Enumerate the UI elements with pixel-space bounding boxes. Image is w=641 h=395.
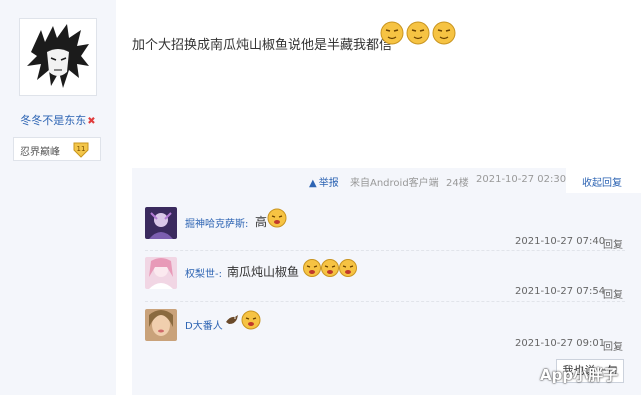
author-avatar[interactable] <box>19 18 97 96</box>
reply-text: 南瓜炖山椒鱼 <box>227 265 300 279</box>
reply-time: 2021-10-27 07:54 <box>515 286 606 297</box>
reply-divider <box>145 301 625 302</box>
emoji-face-icon <box>241 310 261 330</box>
list-item: D大番人 2021-10-27 09:01 回复 <box>145 309 635 353</box>
reply-emoji-group <box>303 259 357 277</box>
warning-triangle-icon: ▲ <box>309 178 317 189</box>
emoji-face-icon <box>380 21 404 45</box>
watermark-text: App小胖子 <box>540 366 619 384</box>
list-item: 掘神哈克萨斯: 高 2021-10-27 07:40 回复 <box>145 207 635 251</box>
reply-avatar[interactable] <box>145 309 177 341</box>
reply-button[interactable]: 回复 <box>603 286 623 301</box>
emoji-face-icon <box>339 259 357 277</box>
reply-time: 2021-10-27 07:40 <box>515 236 606 247</box>
report-link[interactable]: ▲ 举报 <box>309 174 339 189</box>
author-rank-badge[interactable]: 忍界巅峰 11 <box>13 137 101 161</box>
author-avatar-image <box>23 22 93 92</box>
emoji-face-icon <box>267 208 287 228</box>
reply-avatar-image <box>145 257 177 289</box>
rank-title: 忍界巅峰 <box>20 147 60 158</box>
post-emoji-group <box>380 21 456 45</box>
reply-username[interactable]: 权梨世-: <box>185 265 222 280</box>
author-sidebar: 冬冬不是东东✖ 忍界巅峰 11 <box>0 0 116 395</box>
emoji-face-icon <box>321 259 339 277</box>
report-label[interactable]: 举报 <box>319 178 339 189</box>
rank-level: 11 <box>77 145 86 153</box>
author-username[interactable]: 冬冬不是东东✖ <box>0 112 116 128</box>
post-source: 来自Android客户端 <box>350 178 439 189</box>
reply-text: 高 <box>255 215 268 229</box>
angry-mark-icon: ✖ <box>87 116 96 127</box>
post-time: 2021-10-27 02:30 <box>476 174 567 185</box>
emoji-face-icon <box>432 21 456 45</box>
reply-avatar-image <box>145 309 177 341</box>
emoji-face-icon <box>303 259 321 277</box>
emoji-face-icon <box>406 21 430 45</box>
post-content: 加个大招换成南瓜炖山椒鱼说他是半藏我都信 <box>132 38 393 53</box>
rank-shield-icon: 11 <box>73 142 89 158</box>
reply-avatar[interactable] <box>145 207 177 239</box>
reply-username[interactable]: 掘神哈克萨斯: <box>185 215 248 230</box>
reply-avatar[interactable] <box>145 257 177 289</box>
reply-divider <box>145 250 625 251</box>
collapse-replies-link[interactable]: 收起回复 <box>582 174 622 189</box>
list-item: 权梨世-: 南瓜炖山椒鱼 2021-10-27 07:54 回复 <box>145 257 635 301</box>
post-floor: 24楼 <box>446 178 469 189</box>
reply-username[interactable]: D大番人 <box>185 317 223 332</box>
bird-icon <box>226 315 238 324</box>
reply-button[interactable]: 回复 <box>603 338 623 353</box>
reply-time: 2021-10-27 09:01 <box>515 338 606 349</box>
reply-avatar-image <box>145 207 177 239</box>
reply-button[interactable]: 回复 <box>603 236 623 251</box>
author-username-text[interactable]: 冬冬不是东东 <box>20 114 86 127</box>
